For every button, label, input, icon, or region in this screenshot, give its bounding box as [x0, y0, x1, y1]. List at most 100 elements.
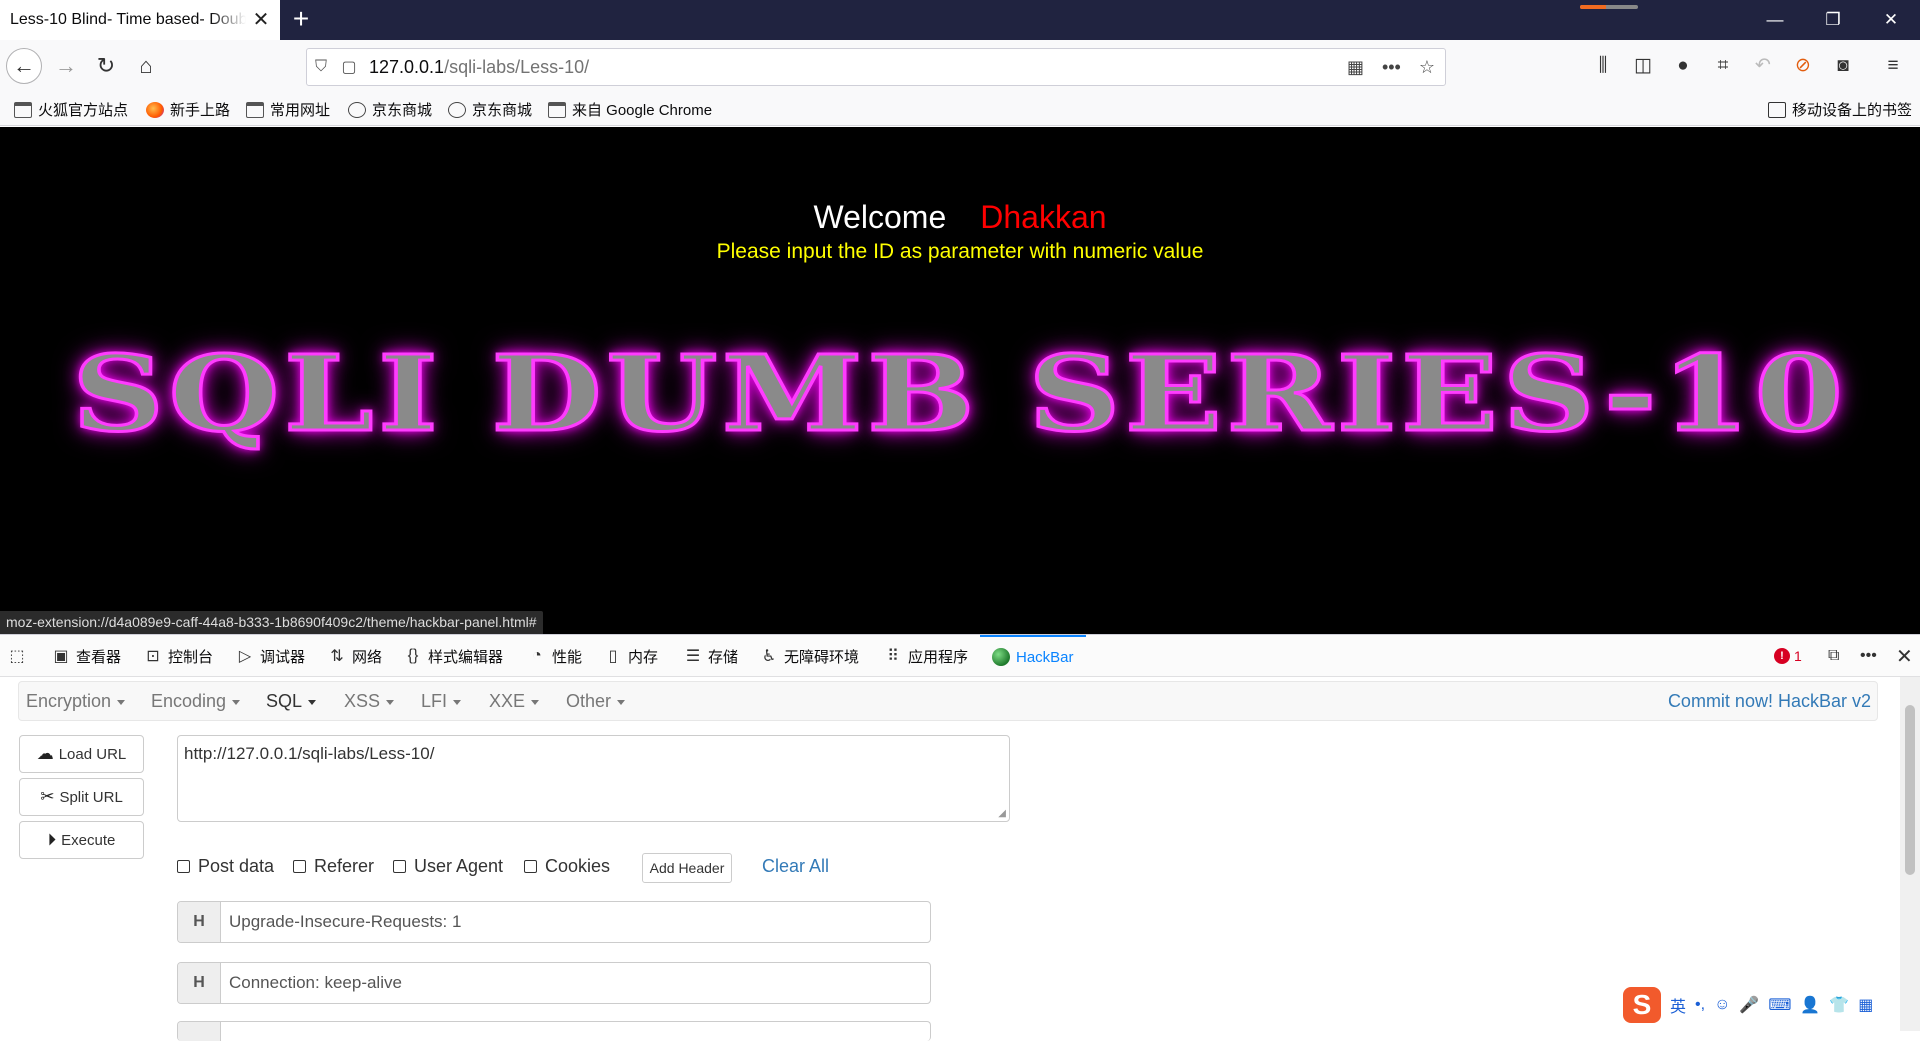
checkbox-box[interactable]	[177, 860, 190, 873]
clear-all-link[interactable]: Clear All	[762, 856, 829, 877]
menu-xss[interactable]: XSS	[344, 691, 395, 712]
menu-label: XSS	[344, 691, 381, 711]
commit-link[interactable]: Commit now! HackBar v2	[1668, 691, 1871, 712]
home-icon: ⌂	[139, 53, 153, 78]
menu-encryption[interactable]: Encryption	[26, 691, 126, 712]
extension-dark-circle-icon[interactable]: ●	[1670, 54, 1696, 78]
header-input[interactable]: Connection: keep-alive	[221, 963, 930, 1003]
back-button[interactable]: ←	[6, 48, 42, 84]
punctuation-icon[interactable]: •,	[1695, 996, 1705, 1014]
header-input[interactable]: Upgrade-Insecure-Requests: 1	[221, 902, 930, 942]
checkbox-box[interactable]	[393, 860, 406, 873]
bookmark-label: 京东商城	[472, 102, 533, 119]
folder-icon	[548, 101, 566, 118]
menu-label: SQL	[266, 691, 303, 711]
menu-hamburger-icon[interactable]: ≡	[1880, 54, 1906, 78]
mobile-bookmarks[interactable]: 移动设备上的书签	[1768, 99, 1912, 120]
menu-encoding[interactable]: Encoding	[151, 691, 241, 712]
bookmark-label: 火狐官方站点	[38, 102, 129, 119]
tab-debugger[interactable]: ▷ 调试器	[236, 635, 305, 677]
caret-down-icon	[531, 699, 540, 705]
home-button[interactable]: ⌂	[128, 48, 164, 84]
qr-code-icon[interactable]: ▦	[1347, 57, 1364, 78]
bookmark-item[interactable]: 常用网址	[246, 99, 330, 120]
load-url-button[interactable]: ☁ Load URL	[19, 735, 144, 773]
library-icon[interactable]: ⫼	[1590, 54, 1616, 78]
execute-button[interactable]: ⏵ Execute	[19, 821, 144, 859]
browser-tab[interactable]: Less-10 Blind- Time based- Double Quotes…	[0, 0, 280, 40]
error-count[interactable]: ! 1	[1774, 635, 1802, 677]
referer-checkbox[interactable]: Referer	[293, 856, 374, 877]
tab-title: Less-10 Blind- Time based- Double Quotes	[10, 11, 246, 28]
tab-style-editor[interactable]: {} 样式编辑器	[404, 635, 503, 677]
user-icon[interactable]: 👤	[1800, 995, 1820, 1015]
menu-xxe[interactable]: XXE	[489, 691, 540, 712]
hackbar-url-textarea[interactable]: http://127.0.0.1/sqli-labs/Less-10/ ◢	[177, 735, 1010, 822]
tab-label: 性能	[552, 648, 583, 666]
split-url-button[interactable]: ✂ Split URL	[19, 778, 144, 816]
url-text[interactable]: 127.0.0.1/sqli-labs/Less-10/	[363, 57, 1347, 78]
tab-close-icon[interactable]: ✕	[252, 10, 270, 30]
reload-button[interactable]: ↻	[88, 48, 124, 84]
sogou-logo-icon[interactable]: S	[1623, 987, 1661, 1023]
post-data-checkbox[interactable]: Post data	[177, 856, 274, 877]
undo-arrow-icon[interactable]: ↶	[1750, 54, 1776, 78]
minimize-button[interactable]: —	[1746, 0, 1804, 40]
devtools-close-icon[interactable]: ✕	[1896, 635, 1913, 677]
containers-icon[interactable]: ◙	[1830, 54, 1856, 78]
new-tab-button[interactable]: +	[286, 5, 316, 34]
bookmark-label: 新手上路	[170, 102, 231, 119]
menu-other[interactable]: Other	[566, 691, 626, 712]
checkbox-box[interactable]	[293, 860, 306, 873]
tab-hackbar[interactable]: HackBar	[980, 635, 1086, 677]
element-picker-button[interactable]: ⬚	[8, 635, 26, 677]
toolbox-grid-icon[interactable]: ▦	[1858, 995, 1873, 1015]
page-info-icon[interactable]: ▢	[335, 57, 363, 77]
devtools-panel: ⬚ ▣ 查看器 ⊡ 控制台 ▷ 调试器 ⇅ 网络 {} 样式编辑器 ◔ 性能 ▯ 内存 ☰ 存储…	[0, 634, 1920, 1041]
adblock-icon[interactable]: ⊘	[1790, 54, 1816, 78]
ime-language[interactable]: 英	[1670, 993, 1686, 1017]
tab-performance[interactable]: ◔ 性能	[528, 635, 582, 677]
devtools-menu-icon[interactable]: •••	[1860, 635, 1877, 677]
debugger-icon: ▷	[238, 648, 252, 665]
header-input[interactable]	[221, 1022, 930, 1041]
bookmark-item[interactable]: 来自 Google Chrome	[548, 99, 712, 120]
tab-accessibility[interactable]: ♿ 无障碍环境	[760, 635, 859, 677]
bookmark-item[interactable]: 火狐官方站点	[14, 99, 128, 120]
hackbar-scrollbar[interactable]	[1900, 677, 1920, 1031]
window-close-button[interactable]: ✕	[1862, 0, 1920, 40]
tab-console[interactable]: ⊡ 控制台	[144, 635, 213, 677]
forward-button[interactable]: →	[48, 48, 84, 84]
restore-button[interactable]: ❐	[1804, 0, 1862, 40]
menu-label: Encryption	[26, 691, 112, 711]
tab-memory[interactable]: ▯ 内存	[604, 635, 658, 677]
skin-shirt-icon[interactable]: 👕	[1829, 995, 1849, 1015]
tab-application[interactable]: ⠿ 应用程序	[884, 635, 968, 677]
sidebar-icon[interactable]: ◫	[1630, 54, 1656, 78]
menu-sql[interactable]: SQL	[266, 691, 317, 712]
bookmark-label: 京东商城	[372, 102, 433, 119]
tracking-shield-icon[interactable]: ⛉	[307, 58, 335, 76]
resize-grip-icon[interactable]: ◢	[998, 808, 1006, 819]
user-agent-checkbox[interactable]: User Agent	[393, 856, 503, 877]
emoji-icon[interactable]: ☺	[1714, 996, 1730, 1014]
menu-lfi[interactable]: LFI	[421, 691, 462, 712]
tab-inspector[interactable]: ▣ 查看器	[52, 635, 121, 677]
url-bar[interactable]: ⛉ ▢ 127.0.0.1/sqli-labs/Less-10/ ▦ ••• ☆	[306, 48, 1446, 86]
page-actions-icon[interactable]: •••	[1382, 57, 1401, 78]
microphone-icon[interactable]: 🎤	[1739, 995, 1759, 1015]
scrollbar-thumb[interactable]	[1905, 705, 1915, 875]
add-header-button[interactable]: Add Header	[642, 853, 732, 883]
bookmark-star-icon[interactable]: ☆	[1419, 57, 1435, 78]
tab-network[interactable]: ⇅ 网络	[328, 635, 382, 677]
bookmark-item[interactable]: 京东商城	[448, 99, 532, 120]
cookies-checkbox[interactable]: Cookies	[524, 856, 610, 877]
keyboard-icon[interactable]: ⌨	[1768, 995, 1791, 1015]
checkbox-box[interactable]	[524, 860, 537, 873]
screenshot-crop-icon[interactable]: ⌗	[1710, 54, 1736, 78]
dock-side-icon[interactable]: ⧉	[1828, 635, 1839, 677]
header-badge: H	[178, 963, 221, 1003]
bookmark-item[interactable]: 新手上路	[146, 99, 230, 120]
bookmark-item[interactable]: 京东商城	[348, 99, 432, 120]
tab-storage[interactable]: ☰ 存储	[684, 635, 738, 677]
